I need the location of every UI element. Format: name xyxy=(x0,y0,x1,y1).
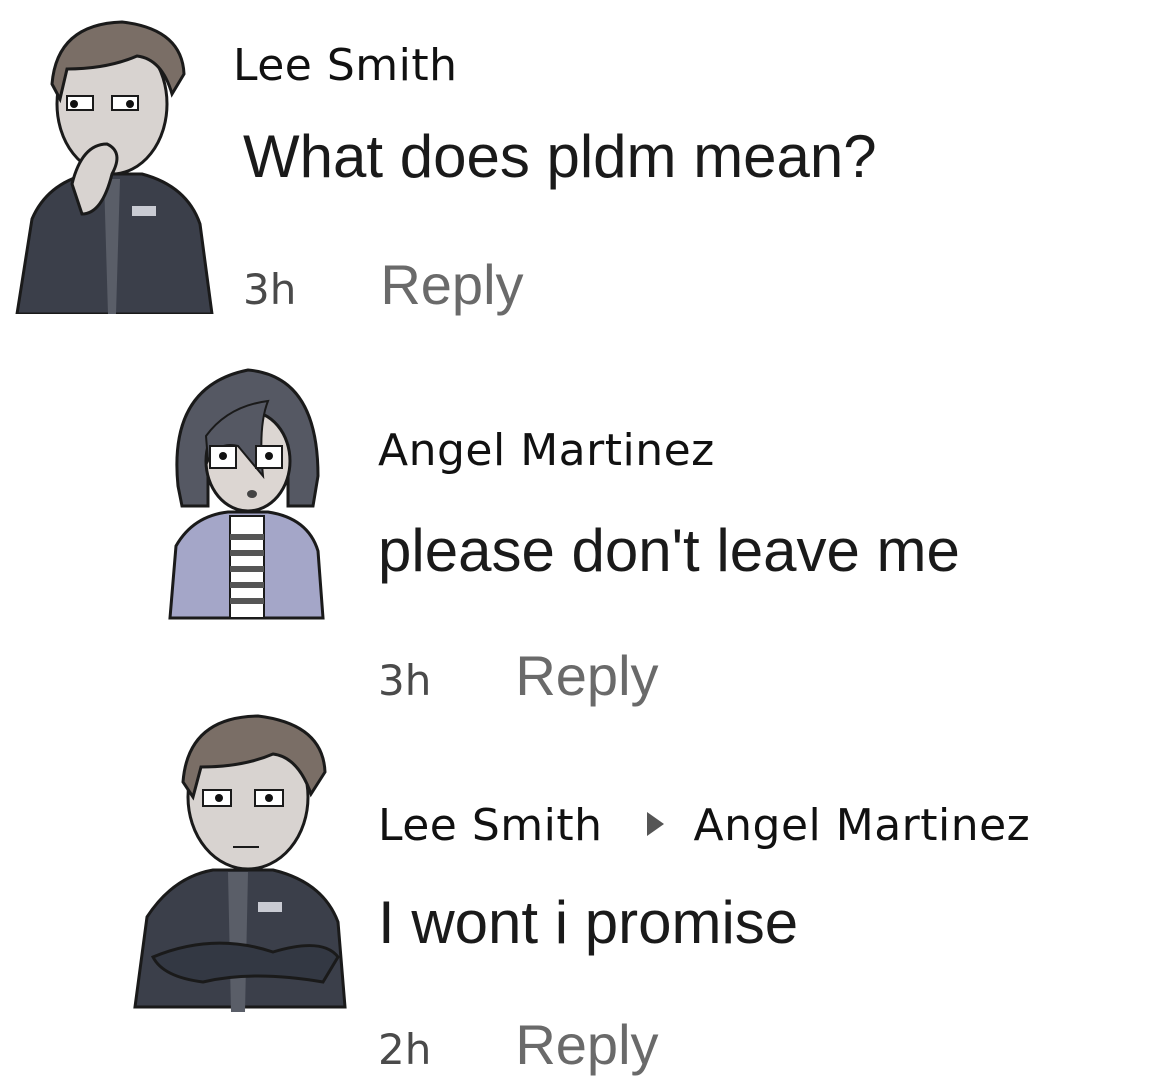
avatar[interactable] xyxy=(168,366,326,625)
comment-text: please don't leave me xyxy=(378,517,960,584)
comment-text: I wont i promise xyxy=(378,889,799,956)
reply-button[interactable]: Reply xyxy=(380,253,523,316)
comment-author[interactable]: Lee Smith xyxy=(378,800,603,851)
avatar[interactable] xyxy=(12,14,217,318)
lee-smith-avatar-icon xyxy=(133,714,347,1012)
comment-timestamp: 2h xyxy=(378,1025,432,1074)
comment-author[interactable]: Lee Smith xyxy=(233,40,458,91)
comment-meta: 3h Reply xyxy=(243,252,524,317)
comment-text: What does pldm mean? xyxy=(243,123,877,190)
comment-author[interactable]: Angel Martinez xyxy=(378,425,715,476)
comment-timestamp: 3h xyxy=(243,265,297,314)
comment-meta: 3h Reply xyxy=(378,643,659,708)
avatar[interactable] xyxy=(133,712,353,1021)
lee-smith-avatar-icon xyxy=(15,20,214,316)
reply-to-author[interactable]: Angel Martinez xyxy=(694,800,1031,851)
reply-to-arrow-icon xyxy=(646,812,664,836)
reply-button[interactable]: Reply xyxy=(515,644,658,707)
comment-header: Lee Smith Angel Martinez xyxy=(378,800,1030,851)
reply-button[interactable]: Reply xyxy=(515,1013,658,1076)
comment-timestamp: 3h xyxy=(378,656,432,705)
comment-meta: 2h Reply xyxy=(378,1012,659,1077)
angel-martinez-avatar-icon xyxy=(168,368,325,620)
